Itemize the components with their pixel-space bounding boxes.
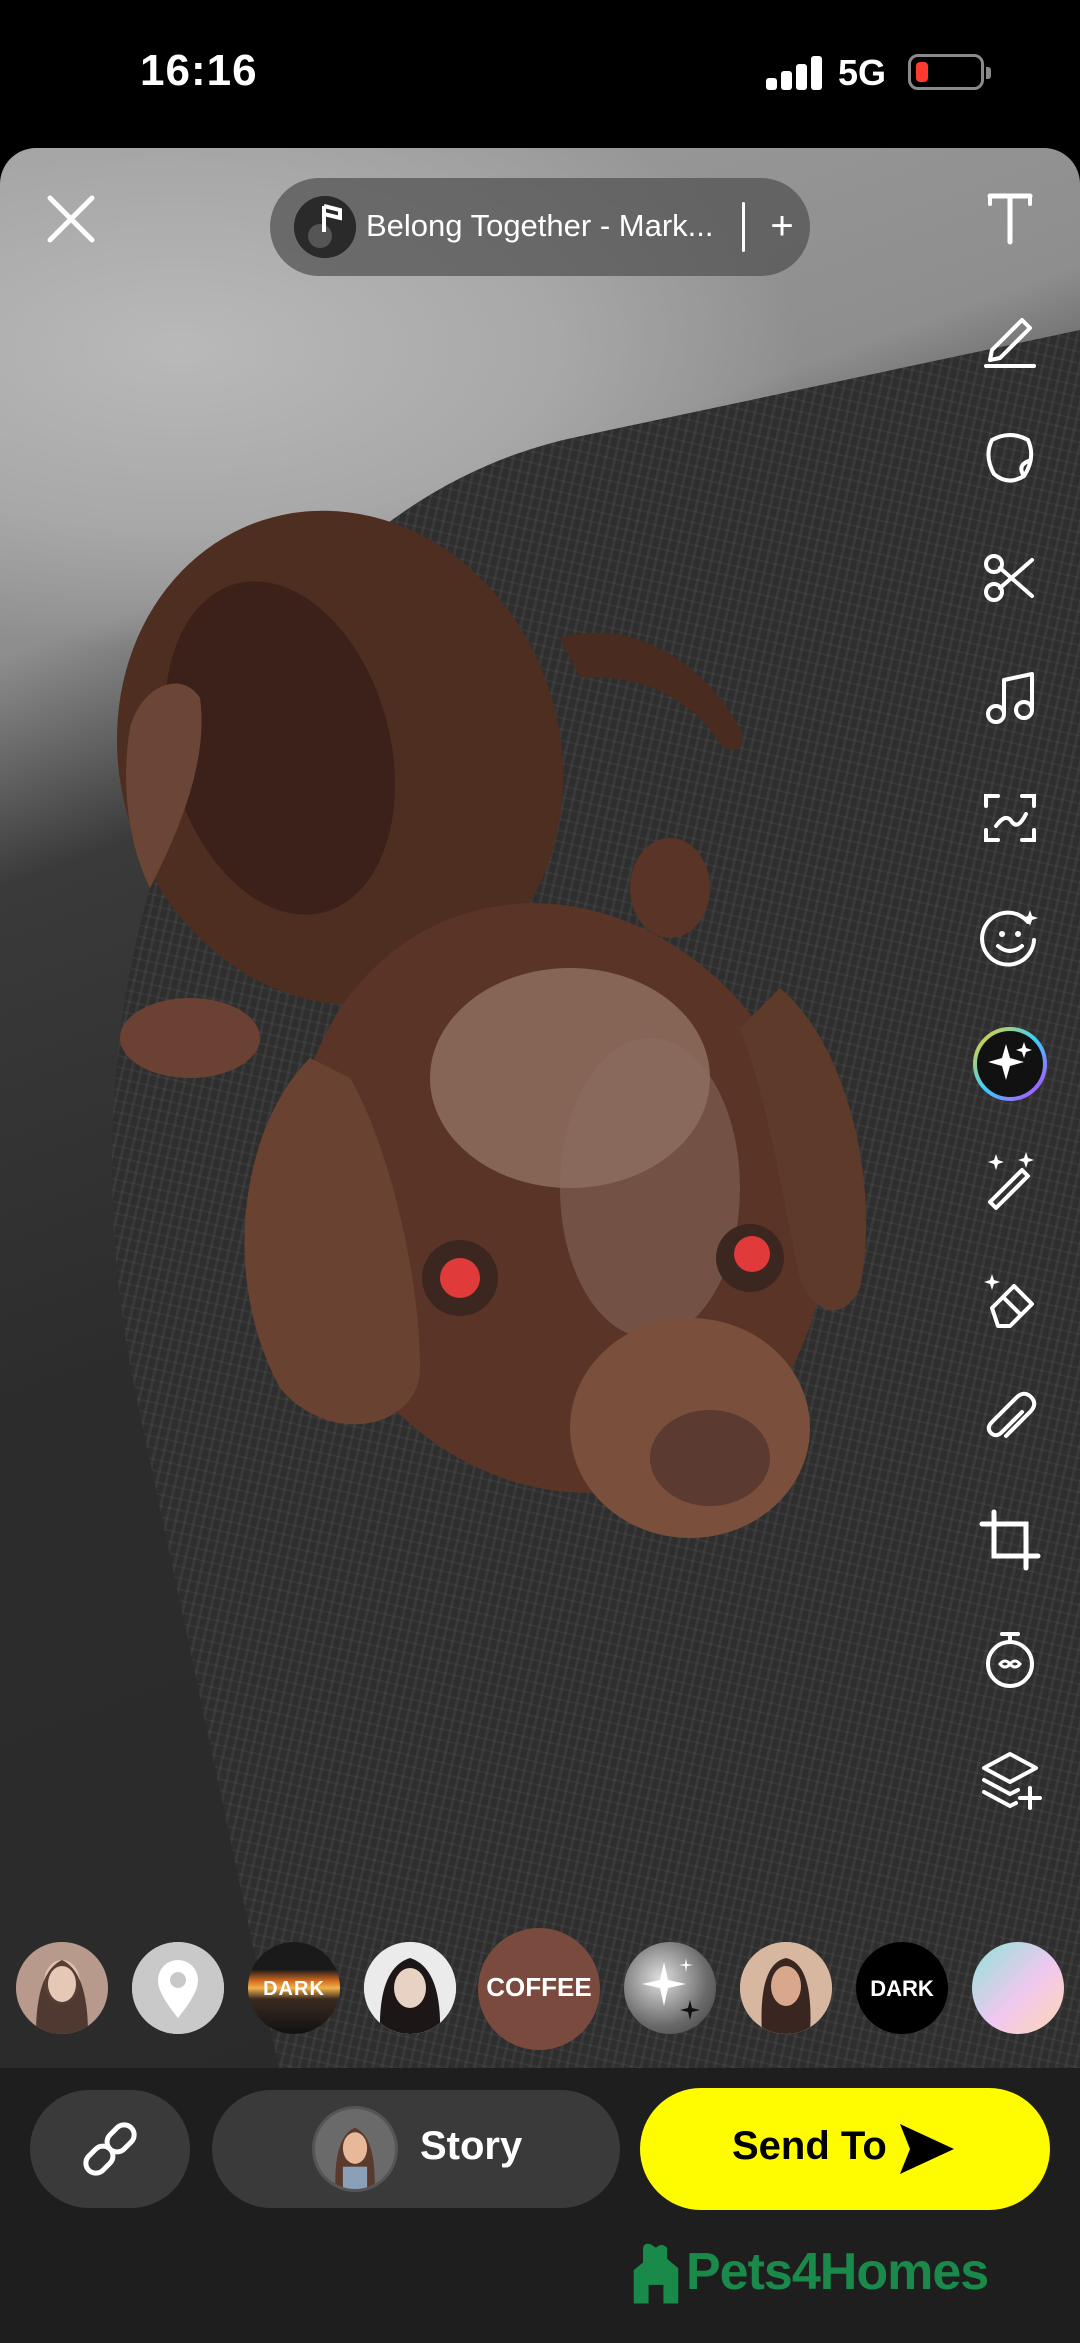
- send-to-label: Send To: [732, 2124, 887, 2168]
- story-label: Story: [420, 2124, 523, 2168]
- divider: [742, 202, 745, 252]
- close-icon[interactable]: [40, 188, 102, 250]
- link-icon: [83, 2122, 137, 2176]
- story-bubble-friend-2[interactable]: [364, 1942, 456, 2034]
- music-track-pill[interactable]: Belong Together - Mark... +: [270, 178, 810, 276]
- timer-icon[interactable]: [978, 1628, 1042, 1692]
- story-button[interactable]: Story: [212, 2090, 620, 2208]
- snap-photo[interactable]: [0, 148, 1080, 2068]
- watermark-text: Pets4Homes: [686, 2243, 989, 2301]
- sparkle-ai-icon[interactable]: [972, 1026, 1048, 1102]
- send-arrow-icon: [900, 2124, 954, 2174]
- story-bubble-dark[interactable]: DARK: [856, 1942, 948, 2034]
- status-bar: 16:16 5G: [0, 0, 1080, 148]
- link-button[interactable]: [30, 2090, 190, 2208]
- network-type: 5G: [838, 52, 887, 93]
- emoji-icon[interactable]: [978, 906, 1042, 970]
- signal-icon: [766, 56, 822, 90]
- sticker-icon[interactable]: [978, 426, 1042, 490]
- location-pin-icon: [132, 1942, 224, 2034]
- send-to-button[interactable]: Send To: [640, 2088, 1050, 2210]
- story-bubble-gradient[interactable]: [972, 1942, 1064, 2034]
- add-music-button[interactable]: +: [760, 196, 804, 256]
- music-track-title: Belong Together - Mark...: [366, 208, 714, 243]
- scissors-icon[interactable]: [978, 546, 1042, 610]
- story-bubble-friend-3[interactable]: [740, 1942, 832, 2034]
- layers-add-icon[interactable]: [978, 1748, 1042, 1812]
- story-bubble-friend-1[interactable]: [16, 1942, 108, 2034]
- avatar: [312, 2106, 398, 2192]
- status-time: 16:16: [140, 46, 258, 95]
- scan-icon[interactable]: [978, 786, 1042, 850]
- album-art-icon: [294, 196, 356, 258]
- pets4homes-watermark: Pets4Homes: [630, 2232, 1010, 2312]
- pencil-icon[interactable]: [978, 306, 1042, 370]
- text-icon[interactable]: [978, 186, 1042, 250]
- sparkle-icon: [642, 1958, 700, 2020]
- story-bubble-dark-sunset[interactable]: DARK: [248, 1942, 340, 2034]
- magic-wand-icon[interactable]: [978, 1148, 1042, 1212]
- dog-image: [116, 510, 867, 1538]
- story-bubble-sparkles[interactable]: [624, 1942, 716, 2034]
- eraser-icon[interactable]: [978, 1268, 1042, 1332]
- paperclip-icon[interactable]: [978, 1388, 1042, 1452]
- pets4homes-logo-icon: [633, 2243, 679, 2304]
- story-bubble-coffee[interactable]: COFFEE: [478, 1928, 600, 2050]
- story-bubble-location[interactable]: [132, 1942, 224, 2034]
- music-note-icon[interactable]: [978, 666, 1042, 730]
- battery-icon: [908, 54, 991, 90]
- crop-icon[interactable]: [978, 1508, 1042, 1572]
